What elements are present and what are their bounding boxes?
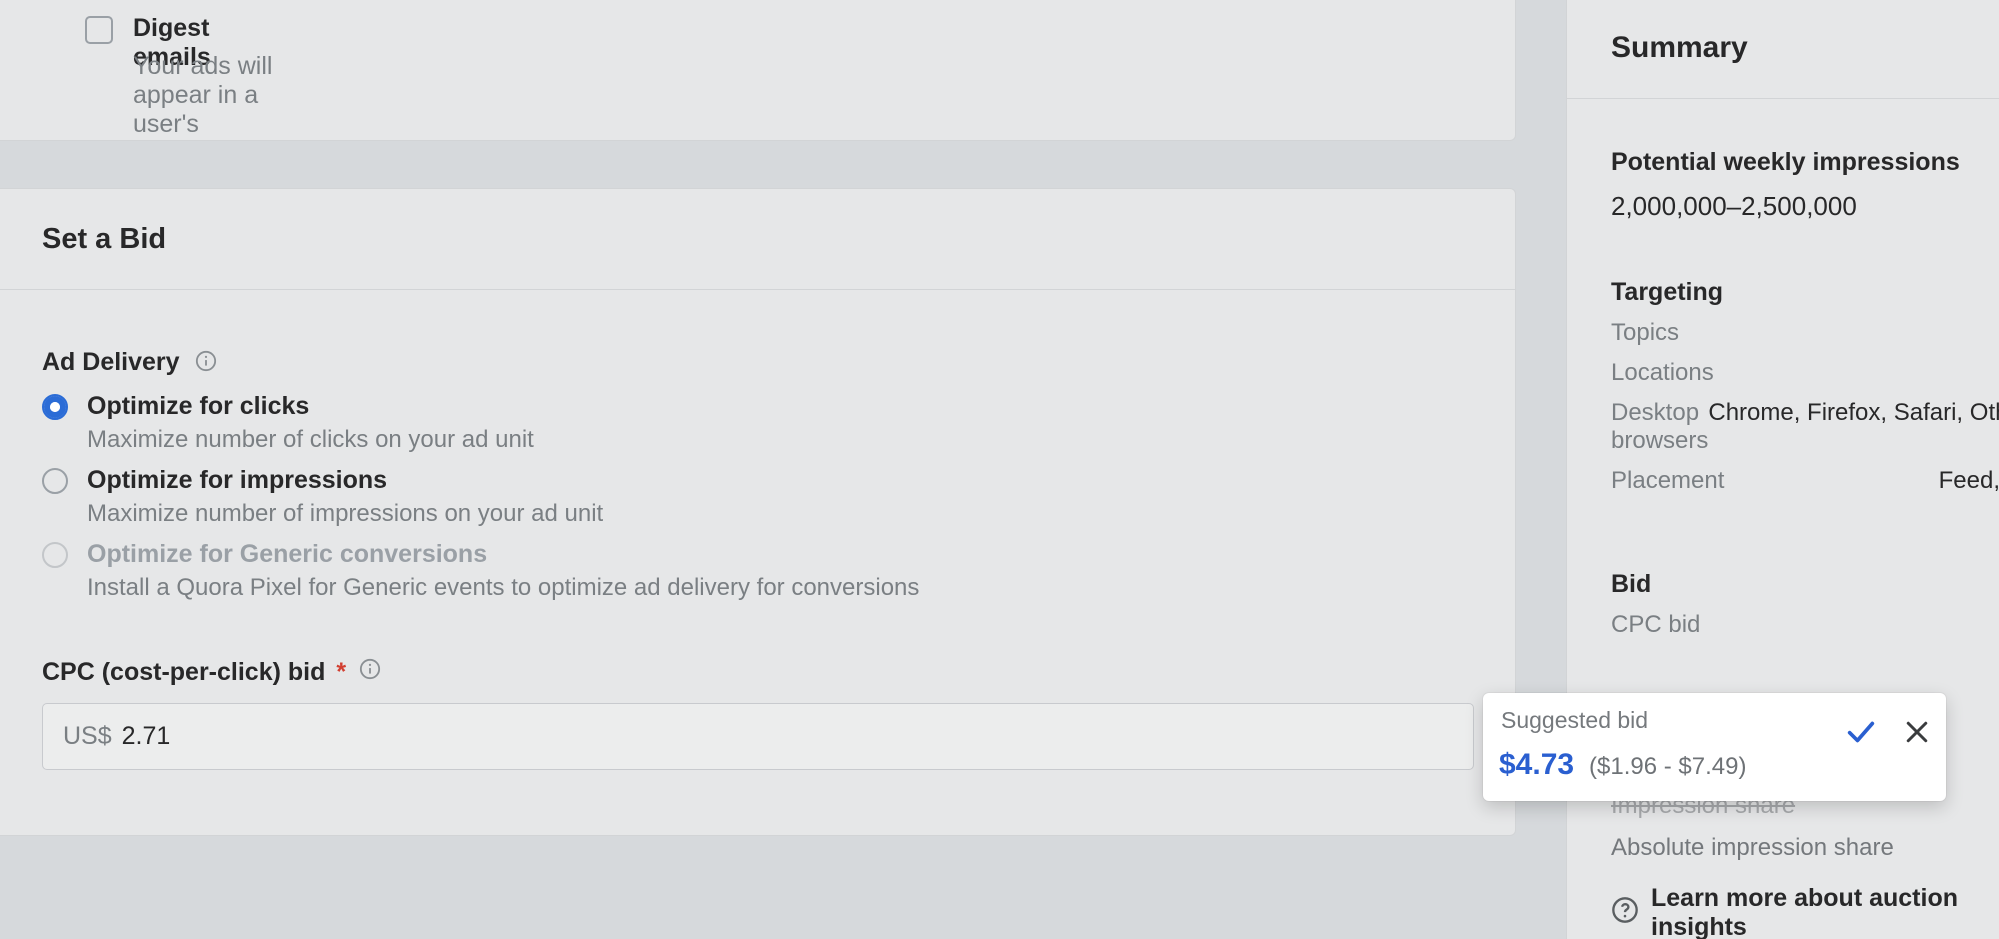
- suggested-bid-title: Suggested bid: [1501, 707, 1648, 734]
- radio-conversions: [42, 542, 68, 568]
- digest-checkbox[interactable]: [85, 16, 113, 44]
- cpc-bid-input-wrap[interactable]: US$: [42, 703, 1474, 770]
- absolute-impression-share-label: Absolute impression share: [1611, 834, 1894, 862]
- section-gap: [0, 141, 1516, 188]
- learn-more-link[interactable]: Learn more about auction insights: [1611, 884, 1999, 939]
- radio-impressions[interactable]: [42, 468, 68, 494]
- summary-divider: [1567, 98, 1999, 99]
- suggested-bid-range: ($1.96 - $7.49): [1589, 753, 1746, 781]
- currency-prefix: US$: [63, 722, 112, 751]
- suggested-bid-amount: $4.73: [1499, 748, 1574, 782]
- cpc-bid-label: CPC (cost-per-click) bid *: [42, 658, 381, 687]
- targeting-locations-row: Locations: [1611, 359, 1999, 387]
- summary-impressions: Potential weekly impressions 2,000,000–2…: [1611, 148, 1999, 222]
- help-icon: [1611, 896, 1639, 931]
- cpc-bid-input[interactable]: [122, 722, 322, 751]
- summary-targeting: Targeting Topics Locations Desktop brows…: [1611, 278, 1999, 495]
- summary-bid: Bid CPC bid: [1611, 570, 1999, 639]
- targeting-placement-value: Feed,: [1811, 467, 1999, 495]
- option-conversions-label: Optimize for Generic conversions: [87, 540, 487, 569]
- suggested-bid-popover: Suggested bid $4.73 ($1.96 - $7.49): [1483, 693, 1946, 801]
- impressions-label: Potential weekly impressions: [1611, 148, 1999, 177]
- targeting-placement-row: Placement Feed,: [1611, 467, 1999, 495]
- required-marker: *: [336, 658, 346, 686]
- summary-bid-label: Bid: [1611, 570, 1999, 599]
- set-bid-header: Set a Bid: [0, 189, 1515, 290]
- option-conversions-desc: Install a Quora Pixel for Generic events…: [87, 574, 919, 602]
- targeting-browsers-row: Desktop browsers Chrome, Firefox, Safari…: [1611, 399, 1999, 455]
- option-clicks-desc: Maximize number of clicks on your ad uni…: [87, 426, 534, 454]
- targeting-label: Targeting: [1611, 278, 1999, 307]
- summary-title: Summary: [1611, 31, 1748, 65]
- main-column: Digest emails Your ads will appear in a …: [0, 0, 1516, 939]
- option-clicks-label: Optimize for clicks: [87, 392, 309, 421]
- option-impressions-label: Optimize for impressions: [87, 466, 387, 495]
- info-icon[interactable]: [195, 350, 217, 379]
- ad-delivery-label: Ad Delivery: [42, 348, 217, 379]
- dismiss-suggested-bid[interactable]: [1902, 717, 1932, 752]
- targeting-topics-row: Topics: [1611, 319, 1999, 347]
- placements-card-bottom: Digest emails Your ads will appear in a …: [0, 0, 1516, 141]
- impressions-value: 2,000,000–2,500,000: [1611, 191, 1999, 222]
- set-bid-title: Set a Bid: [42, 223, 166, 256]
- accept-suggested-bid[interactable]: [1844, 715, 1878, 754]
- info-icon[interactable]: [359, 658, 381, 687]
- radio-clicks[interactable]: [42, 394, 68, 420]
- option-impressions-desc: Maximize number of impressions on your a…: [87, 500, 603, 528]
- targeting-browsers-value: Chrome, Firefox, Safari, Other: [1708, 399, 1999, 455]
- set-bid-card: Set a Bid Ad Delivery Optimize for click…: [0, 188, 1516, 836]
- summary-cpc-row: CPC bid: [1611, 611, 1999, 639]
